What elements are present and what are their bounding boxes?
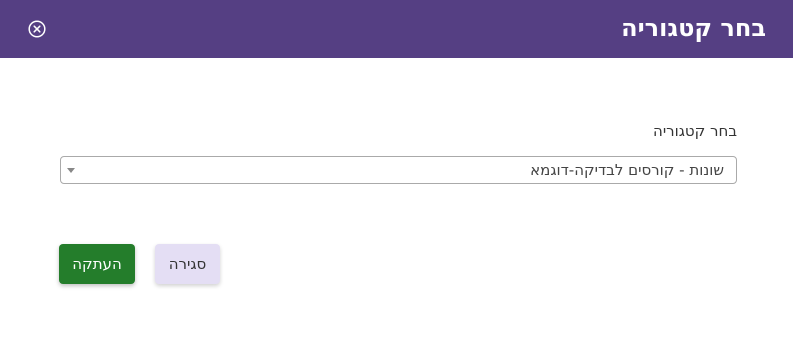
select-category-dialog: בחר קטגוריה בחר קטגוריה שונות - קורסים ל… [0, 0, 793, 342]
dropdown-arrow-icon [67, 168, 75, 173]
category-select-value: שונות - קורסים לבדיקה-דוגמא [530, 161, 724, 179]
dialog-header: בחר קטגוריה [0, 0, 793, 58]
close-button[interactable]: סגירה [155, 244, 220, 284]
dialog-title: בחר קטגוריה [621, 14, 766, 42]
category-field-label: בחר קטגוריה [653, 122, 737, 140]
copy-button[interactable]: העתקה [59, 244, 135, 284]
category-select[interactable]: שונות - קורסים לבדיקה-דוגמא [60, 156, 737, 184]
close-icon[interactable] [28, 20, 46, 38]
